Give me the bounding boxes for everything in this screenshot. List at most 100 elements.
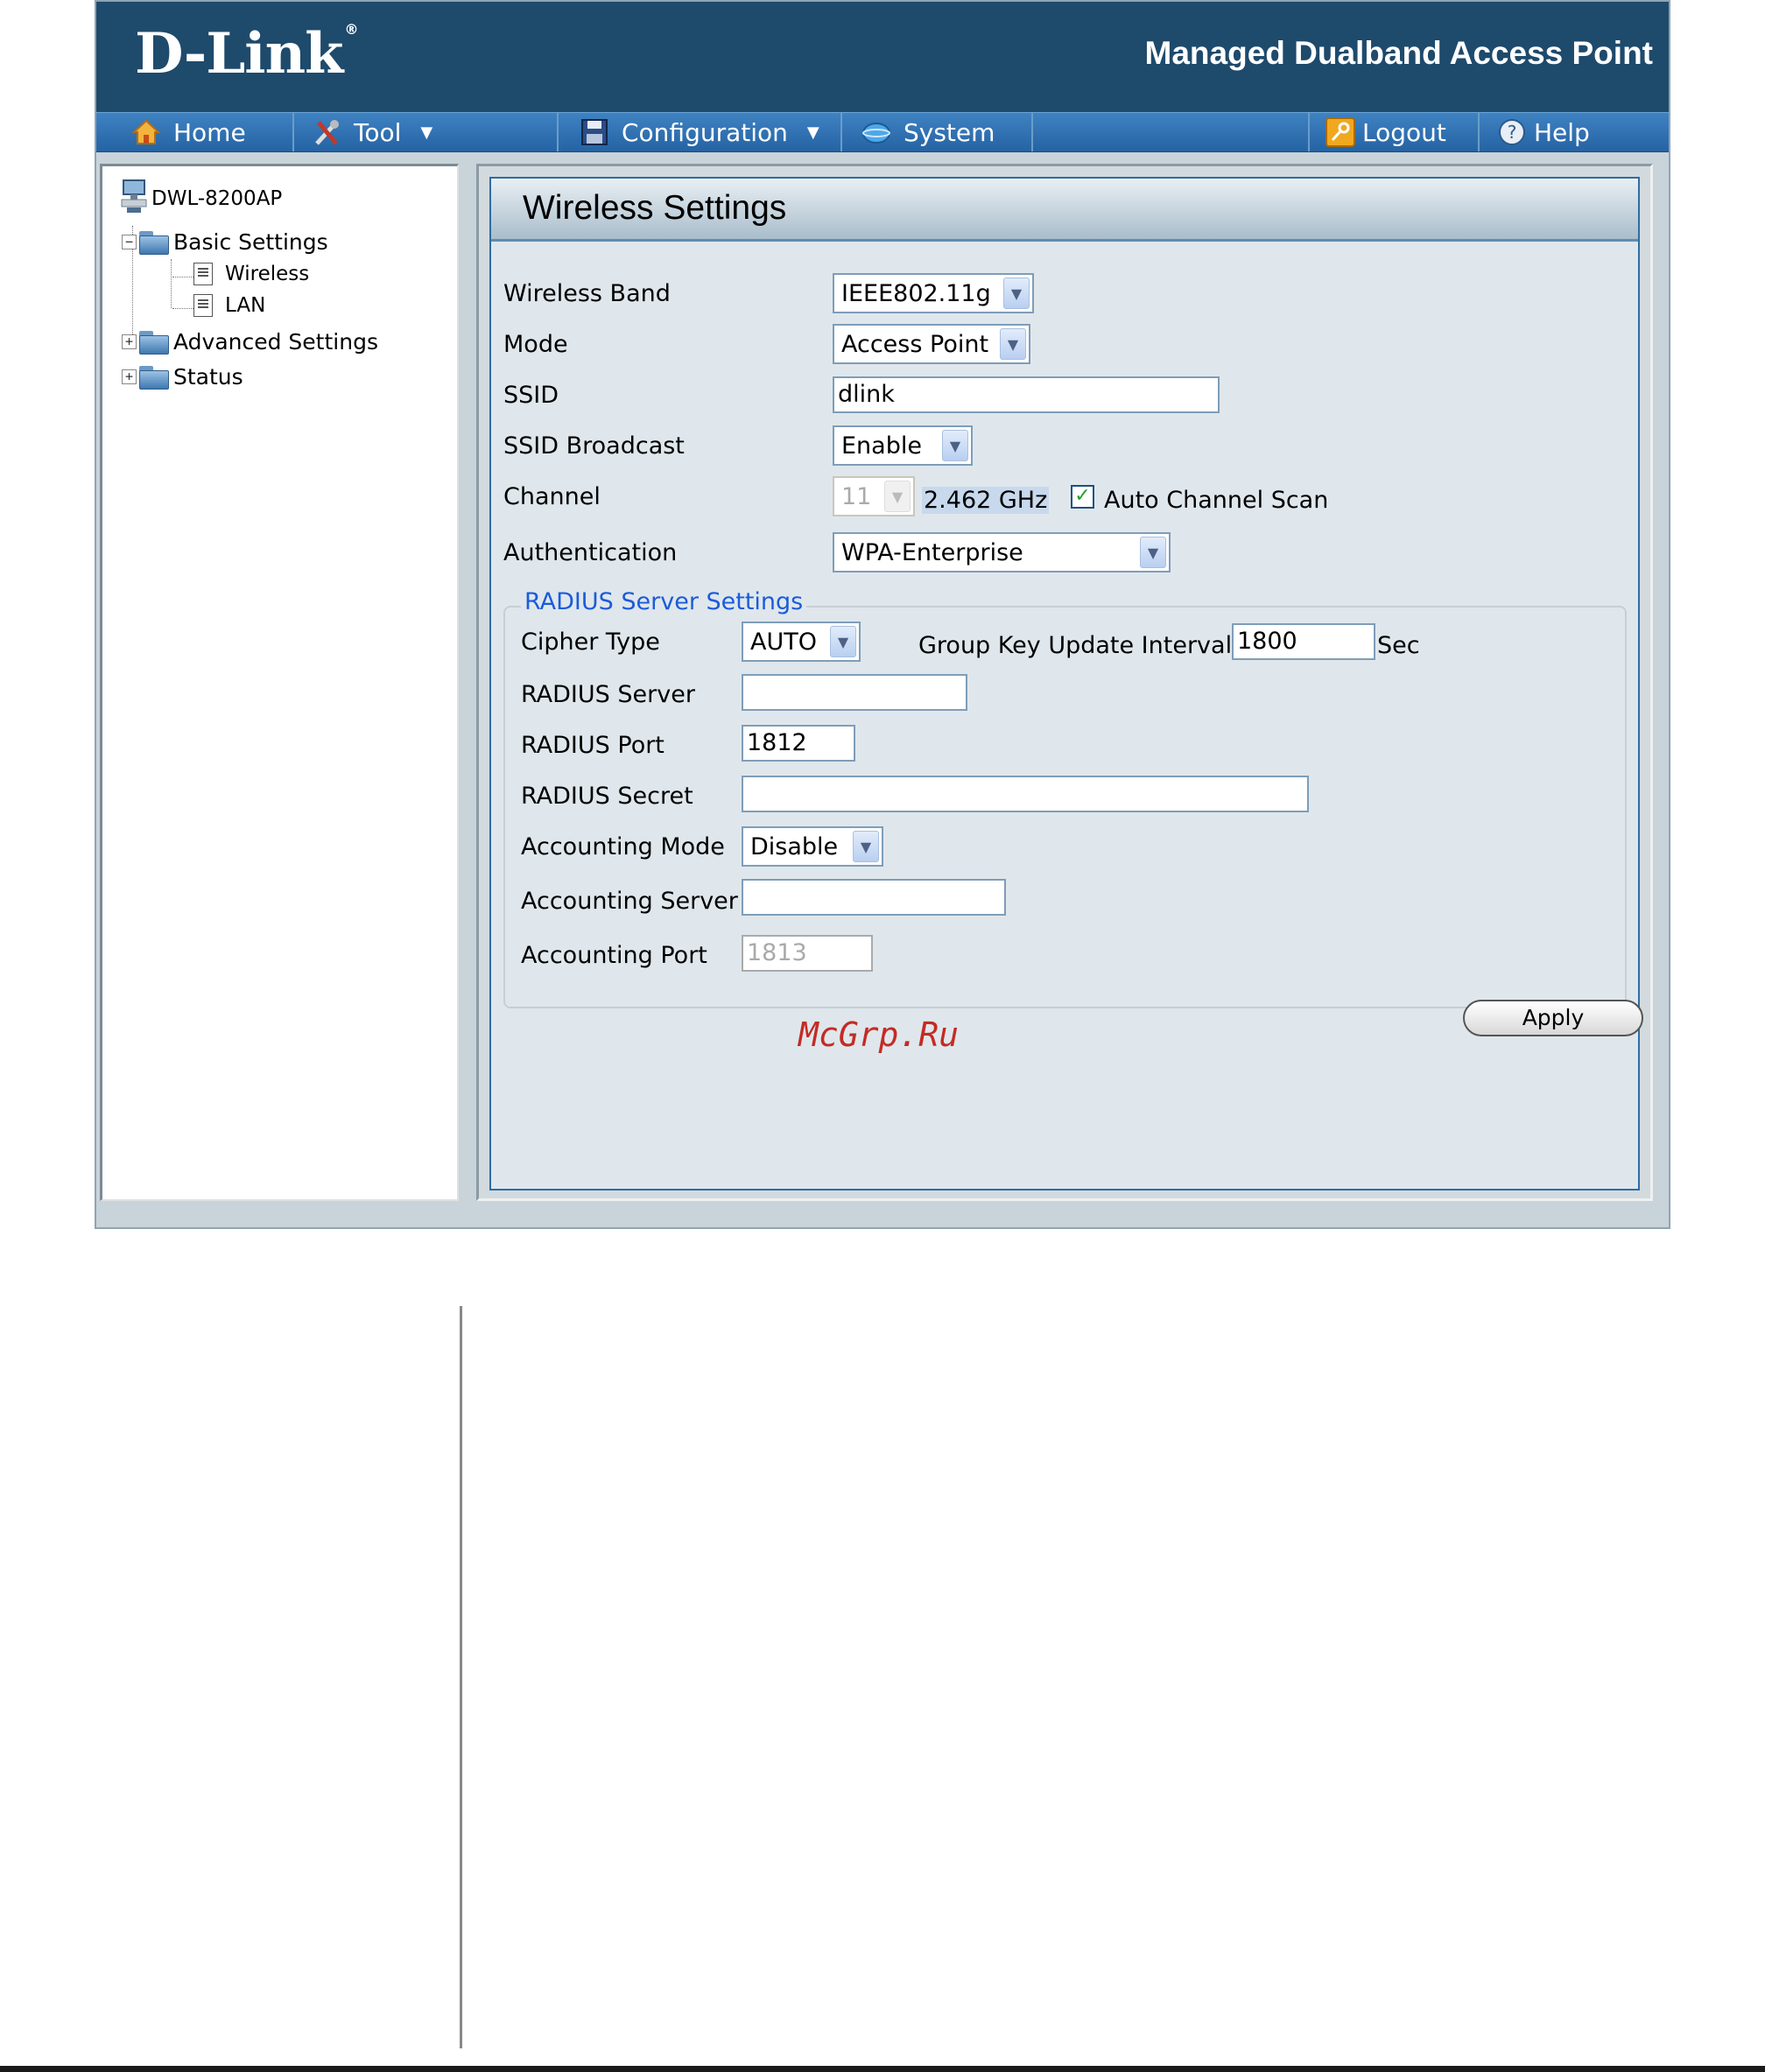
ssid-broadcast-select[interactable]: Enable ▼ (833, 425, 973, 466)
ssid-label: SSID (503, 382, 559, 409)
chevron-down-icon: ▼ (942, 430, 968, 461)
nav-system-label: System (904, 117, 995, 147)
tree-basic-settings-label: Basic Settings (173, 229, 328, 255)
ssid-broadcast-value: Enable (841, 432, 922, 460)
group-key-interval-label: Group Key Update Interval (918, 632, 1233, 659)
page-title: Wireless Settings (523, 189, 787, 227)
tree-status-label: Status (173, 364, 243, 390)
radius-server-label: RADIUS Server (521, 681, 695, 708)
tree-item-wireless[interactable]: Wireless (193, 263, 309, 285)
wireless-settings-panel: Wireless Settings Wireless Band IEEE802.… (489, 177, 1643, 1191)
ssid-input[interactable]: dlink (833, 376, 1220, 413)
frequency-text: 2.462 GHz (922, 487, 1050, 514)
tree-advanced-settings[interactable]: + Advanced Settings (122, 329, 378, 355)
document-icon (193, 263, 213, 285)
wireless-band-select[interactable]: IEEE802.11g ▼ (833, 273, 1034, 313)
mode-select[interactable]: Access Point ▼ (833, 324, 1030, 364)
key-icon (1326, 117, 1355, 147)
nav-logout-label: Logout (1362, 117, 1446, 147)
globe-icon (861, 117, 891, 147)
nav-help-label: Help (1534, 117, 1590, 147)
tree-status[interactable]: + Status (122, 364, 243, 390)
nav-system[interactable]: System (851, 113, 1033, 151)
accounting-port-input[interactable]: 1813 (742, 935, 873, 972)
radius-settings-legend: RADIUS Server Settings (521, 588, 807, 615)
accounting-server-label: Accounting Server (521, 888, 738, 915)
svg-text:?: ? (1508, 122, 1517, 143)
folder-icon (138, 365, 170, 390)
chevron-down-icon: ▼ (1003, 277, 1030, 309)
chevron-down-icon: ▼ (884, 481, 911, 512)
expand-icon[interactable]: + (122, 369, 137, 384)
home-icon (131, 117, 161, 147)
document-icon (193, 294, 213, 317)
chevron-down-icon: ▼ (853, 831, 879, 862)
floppy-disk-icon (580, 117, 609, 147)
cipher-type-select[interactable]: AUTO ▼ (742, 622, 861, 662)
authentication-value: WPA-Enterprise (841, 538, 1023, 566)
tool-icon (312, 117, 341, 147)
group-key-interval-input[interactable]: 1800 (1232, 623, 1375, 660)
nav-bar: Home Tool ▼ Configuration ▼ System Logou… (96, 112, 1669, 152)
registered-mark: ® (344, 21, 358, 38)
nav-logout[interactable]: Logout (1308, 113, 1480, 151)
radius-server-input[interactable] (742, 674, 967, 711)
authentication-label: Authentication (503, 539, 678, 566)
expand-icon[interactable]: + (122, 334, 137, 349)
panel-title-bar: Wireless Settings (491, 179, 1638, 242)
mode-value: Access Point (841, 330, 989, 358)
dlink-logo: D-Link ® (135, 21, 358, 87)
auto-channel-scan-label: Auto Channel Scan (1104, 487, 1329, 514)
tree-basic-settings[interactable]: − Basic Settings (122, 229, 328, 255)
chevron-down-icon: ▼ (806, 123, 819, 142)
authentication-select[interactable]: WPA-Enterprise ▼ (833, 532, 1171, 572)
collapse-icon[interactable]: − (122, 235, 137, 249)
tree-item-lan[interactable]: LAN (193, 294, 265, 317)
apply-button[interactable]: Apply (1463, 1000, 1643, 1036)
nav-home-label: Home (173, 117, 246, 147)
navigation-tree: DWL-8200AP − Basic Settings Wireless LAN… (100, 164, 459, 1201)
nav-tool-label: Tool (354, 117, 402, 147)
auto-channel-scan-checkbox[interactable]: ✓ (1071, 485, 1094, 509)
tree-item-wireless-label: Wireless (225, 263, 310, 285)
cipher-type-label: Cipher Type (521, 629, 660, 656)
tree-advanced-settings-label: Advanced Settings (173, 329, 378, 355)
ssid-broadcast-label: SSID Broadcast (503, 432, 685, 460)
accounting-mode-label: Accounting Mode (521, 833, 725, 860)
brand-name: D-Link (135, 21, 343, 87)
watermark-text: McGrp.Ru (798, 1015, 960, 1054)
accounting-port-label: Accounting Port (521, 942, 707, 969)
wireless-band-label: Wireless Band (503, 280, 671, 307)
nav-help[interactable]: ? Help (1497, 113, 1628, 151)
group-key-unit: Sec (1377, 632, 1420, 659)
folder-icon (138, 330, 170, 355)
content-area: Wireless Settings Wireless Band IEEE802.… (476, 164, 1653, 1201)
channel-select[interactable]: 11 ▼ (833, 476, 915, 516)
cipher-type-value: AUTO (750, 628, 817, 656)
accounting-mode-value: Disable (750, 832, 839, 860)
nav-configuration[interactable]: Configuration ▼ (567, 113, 842, 151)
product-title: Managed Dualband Access Point (1144, 35, 1653, 71)
chevron-down-icon: ▼ (420, 123, 433, 142)
channel-frequency: 2.462 GHz (922, 487, 1050, 514)
mode-label: Mode (503, 331, 568, 358)
help-icon: ? (1497, 117, 1527, 147)
tree-root-label: DWL-8200AP (151, 187, 283, 210)
radius-secret-input[interactable] (742, 776, 1309, 812)
tree-root-device[interactable]: DWL-8200AP (120, 179, 282, 219)
nav-configuration-label: Configuration (622, 117, 788, 147)
wireless-band-value: IEEE802.11g (841, 279, 991, 307)
radius-port-input[interactable]: 1812 (742, 725, 855, 762)
channel-label: Channel (503, 483, 601, 510)
bottom-rule (0, 2066, 1765, 2072)
accounting-server-input[interactable] (742, 879, 1006, 916)
nav-tool[interactable]: Tool ▼ (303, 113, 559, 151)
radius-port-label: RADIUS Port (521, 732, 665, 759)
chevron-down-icon: ▼ (830, 626, 856, 657)
chevron-down-icon: ▼ (1140, 537, 1166, 568)
header-bar: D-Link ® Managed Dualband Access Point (96, 2, 1669, 112)
accounting-mode-select[interactable]: Disable ▼ (742, 826, 883, 867)
radius-secret-label: RADIUS Secret (521, 783, 693, 810)
folder-open-icon (138, 230, 170, 255)
nav-home[interactable]: Home (131, 113, 294, 151)
